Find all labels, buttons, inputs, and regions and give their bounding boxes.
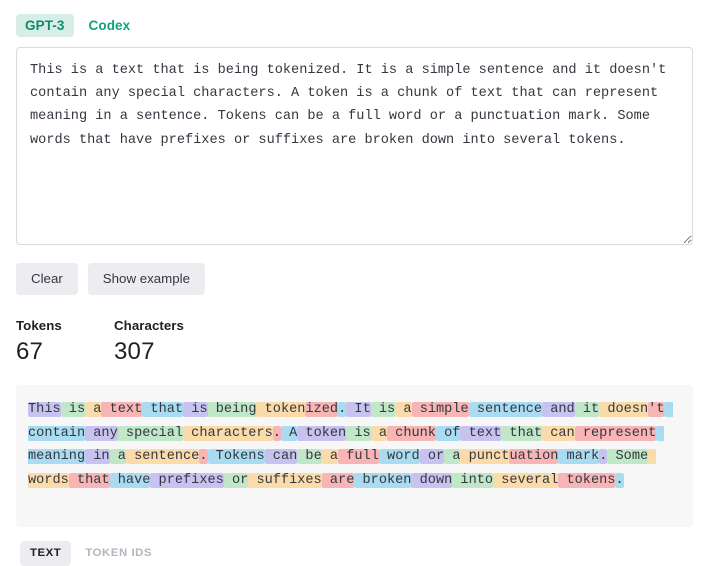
tokens-stat: Tokens 67 xyxy=(16,318,114,366)
token-chip: a xyxy=(395,402,412,417)
token-chip: This xyxy=(28,402,61,417)
characters-stat: Characters 307 xyxy=(114,318,184,366)
characters-value: 307 xyxy=(114,338,155,365)
token-chip: is xyxy=(183,402,208,417)
token-chip: into xyxy=(452,472,494,488)
token-chip: ized xyxy=(305,402,339,417)
characters-label: Characters xyxy=(114,318,184,333)
action-button-row: Clear Show example xyxy=(0,245,703,295)
clear-button[interactable]: Clear xyxy=(16,263,78,295)
token-visualization-panel: This is a text that is being tokenized. … xyxy=(16,385,693,527)
token-chip: can xyxy=(542,425,575,441)
token-chip: represent xyxy=(574,425,657,441)
token-chip: sentence xyxy=(125,449,200,465)
token-chip: Some xyxy=(607,449,649,465)
token-chip: a xyxy=(370,425,388,441)
token-chip: have xyxy=(109,472,151,488)
model-tab-codex[interactable]: Codex xyxy=(80,14,140,37)
token-chip: full xyxy=(338,449,379,465)
token-chip: be xyxy=(297,449,322,465)
view-tab-bar: TEXT TOKEN IDS xyxy=(0,527,703,566)
token-chip: A xyxy=(280,425,298,441)
tokenizer-page: GPT-3 Codex Clear Show example Tokens 67… xyxy=(0,0,703,566)
token-chip: a xyxy=(321,449,339,465)
token-chip: that xyxy=(68,472,110,488)
token-chip: in xyxy=(85,449,110,465)
tokens-value: 67 xyxy=(16,338,44,365)
tokenizer-input[interactable] xyxy=(16,47,693,245)
token-chip: punct xyxy=(460,449,510,465)
token-chip: 't xyxy=(648,402,665,417)
token-chip: is xyxy=(370,402,396,417)
token-text: This is a text that is being tokenized. … xyxy=(28,398,681,492)
token-chip: uation xyxy=(509,449,559,465)
token-chip: that xyxy=(501,425,543,441)
token-chip: broken xyxy=(354,472,412,488)
token-chip: can xyxy=(264,449,298,465)
token-chip: token xyxy=(256,402,306,417)
token-chip: doesn xyxy=(599,402,649,417)
token-chip: special xyxy=(117,425,184,441)
token-chip: text xyxy=(460,425,502,441)
token-chip: is xyxy=(60,402,86,417)
token-chip: mark xyxy=(558,449,600,465)
token-chip: that xyxy=(142,402,184,417)
token-chip: it xyxy=(574,402,600,417)
token-chip: simple xyxy=(411,402,469,417)
token-chip: several xyxy=(493,472,559,488)
token-chip: being xyxy=(207,402,257,417)
token-chip: . xyxy=(272,425,281,441)
token-chip: or xyxy=(223,472,249,488)
token-chip: Tokens xyxy=(207,449,265,465)
token-chip: word xyxy=(378,449,420,465)
token-chip: suffixes xyxy=(248,472,322,488)
token-chip: of xyxy=(435,425,461,441)
stats-row: Tokens 67 Characters 307 xyxy=(0,295,703,366)
token-chip: a xyxy=(109,449,126,465)
token-chip: and xyxy=(542,402,575,417)
show-example-button[interactable]: Show example xyxy=(87,263,205,295)
token-chip: It xyxy=(346,402,371,417)
token-chip: a xyxy=(444,449,461,465)
token-chip: . xyxy=(199,449,208,465)
token-chip: tokens xyxy=(558,472,616,488)
token-chip: down xyxy=(411,472,453,488)
model-tab-gpt3[interactable]: GPT-3 xyxy=(16,13,74,37)
model-tab-bar: GPT-3 Codex xyxy=(0,0,703,38)
token-chip: is xyxy=(346,425,371,441)
token-chip: . xyxy=(615,472,624,488)
tokens-label: Tokens xyxy=(16,318,62,333)
token-chip: sentence xyxy=(468,402,543,417)
token-chip: any xyxy=(85,425,118,441)
token-chip: characters xyxy=(183,425,273,441)
token-chip: or xyxy=(419,449,445,465)
token-chip: token xyxy=(297,425,347,441)
token-chip: prefixes xyxy=(150,472,224,488)
token-chip: chunk xyxy=(387,425,436,441)
token-chip: a xyxy=(85,402,102,417)
token-chip: are xyxy=(321,472,355,488)
token-chip: text xyxy=(101,402,143,417)
input-area-wrapper xyxy=(0,38,703,245)
